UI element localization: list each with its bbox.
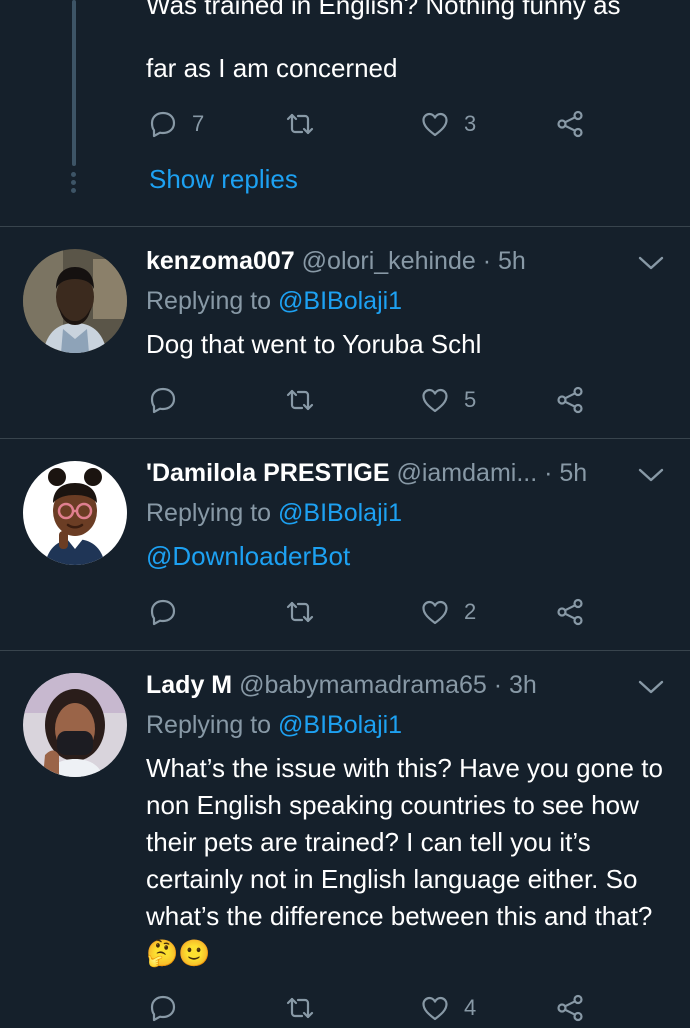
like-button[interactable]: 4 <box>420 988 476 1028</box>
avatar[interactable] <box>23 673 127 777</box>
tweet-card[interactable]: kenzoma007 @olori_kehinde · 5h Replying … <box>0 227 690 438</box>
chevron-down-icon[interactable] <box>638 679 664 695</box>
display-name[interactable]: kenzoma007 <box>146 247 295 275</box>
user-handle[interactable]: @olori_kehinde <box>302 247 476 275</box>
reply-button[interactable] <box>148 380 192 420</box>
share-button[interactable] <box>555 988 585 1028</box>
tweet-text: Dog that went to Yoruba Schl <box>146 329 482 359</box>
replying-to-label: Replying to <box>146 711 279 739</box>
like-count: 4 <box>464 995 477 1020</box>
tweet-text-cut-line: Was trained in English? Nothing funny as <box>146 0 621 20</box>
action-bar: 2 <box>0 592 690 632</box>
tweet-text: far as I am concerned <box>146 53 398 83</box>
retweet-button[interactable] <box>285 988 329 1028</box>
retweet-icon <box>286 997 314 1019</box>
share-button[interactable] <box>555 380 585 420</box>
user-handle[interactable]: @iamdami... <box>396 459 537 487</box>
display-name[interactable]: Lady M <box>146 671 232 699</box>
display-name[interactable]: 'Damilola PRESTIGE <box>146 459 390 487</box>
action-bar: 7 3 <box>0 104 690 144</box>
like-count: 2 <box>464 599 477 624</box>
replying-to-mention[interactable]: @BIBolaji1 <box>278 711 402 739</box>
like-count: 3 <box>464 111 477 136</box>
action-bar: 5 <box>0 380 690 420</box>
reply-button[interactable] <box>148 592 192 632</box>
separator: · <box>537 459 560 487</box>
tweet-card[interactable]: 'Damilola PRESTIGE @iamdami... · 5h Repl… <box>0 439 690 650</box>
tweet-header: 'Damilola PRESTIGE @iamdami... · 5h <box>146 457 587 489</box>
reply-count: 7 <box>192 111 205 136</box>
avatar[interactable] <box>23 461 127 565</box>
chevron-down-icon[interactable] <box>638 467 664 483</box>
user-handle[interactable]: @babymamadrama65 <box>239 671 487 699</box>
reply-button[interactable]: 7 <box>148 104 204 144</box>
like-button[interactable]: 5 <box>420 380 476 420</box>
share-button[interactable] <box>555 592 585 632</box>
tweet-text: What’s the issue with this? Have you gon… <box>146 753 663 968</box>
tweet-header: kenzoma007 @olori_kehinde · 5h <box>146 245 526 277</box>
top-tweet[interactable]: Was trained in English? Nothing funny as… <box>0 0 690 226</box>
replying-to-mention[interactable]: @BIBolaji1 <box>278 287 402 315</box>
retweet-icon <box>286 601 314 623</box>
retweet-button[interactable] <box>285 592 329 632</box>
timestamp[interactable]: 5h <box>559 459 587 487</box>
replying-to: Replying to @BIBolaji1 <box>146 708 402 742</box>
replying-to-label: Replying to <box>146 499 279 527</box>
separator: · <box>475 247 498 275</box>
reply-icon <box>150 995 176 1022</box>
reply-icon <box>150 387 176 414</box>
reply-button[interactable] <box>148 988 192 1028</box>
replying-to: Replying to @BIBolaji1 <box>146 496 402 530</box>
timestamp[interactable]: 5h <box>498 247 526 275</box>
action-bar: 4 <box>0 988 690 1028</box>
heart-icon <box>422 112 448 137</box>
heart-icon <box>422 388 448 413</box>
share-icon <box>557 598 583 626</box>
share-button[interactable] <box>555 104 585 144</box>
retweet-icon <box>286 389 314 411</box>
retweet-button[interactable] <box>285 380 329 420</box>
replying-to-mention[interactable]: @BIBolaji1 <box>278 499 402 527</box>
reply-icon <box>150 599 176 626</box>
replying-to: Replying to @BIBolaji1 <box>146 284 402 318</box>
like-count: 5 <box>464 387 477 412</box>
show-replies-link[interactable]: Show replies <box>149 164 298 195</box>
heart-icon <box>422 996 448 1021</box>
like-button[interactable]: 3 <box>420 104 476 144</box>
replying-to-label: Replying to <box>146 287 279 315</box>
like-button[interactable]: 2 <box>420 592 476 632</box>
share-icon <box>557 386 583 414</box>
chevron-down-icon[interactable] <box>638 255 664 271</box>
separator: · <box>486 671 510 699</box>
tweet-header: Lady M @babymamadrama65 · 3h <box>146 669 537 701</box>
heart-icon <box>422 600 448 625</box>
share-icon <box>557 110 583 138</box>
tweet-card[interactable]: Lady M @babymamadrama65 · 3h Replying to… <box>0 651 690 1022</box>
retweet-icon <box>286 113 314 135</box>
retweet-button[interactable] <box>285 104 329 144</box>
avatar[interactable] <box>23 249 127 353</box>
share-icon <box>557 994 583 1022</box>
timestamp[interactable]: 3h <box>509 671 537 699</box>
reply-icon <box>150 111 176 138</box>
tweet-text[interactable]: @DownloaderBot <box>146 538 671 575</box>
thread-dots <box>71 172 77 196</box>
